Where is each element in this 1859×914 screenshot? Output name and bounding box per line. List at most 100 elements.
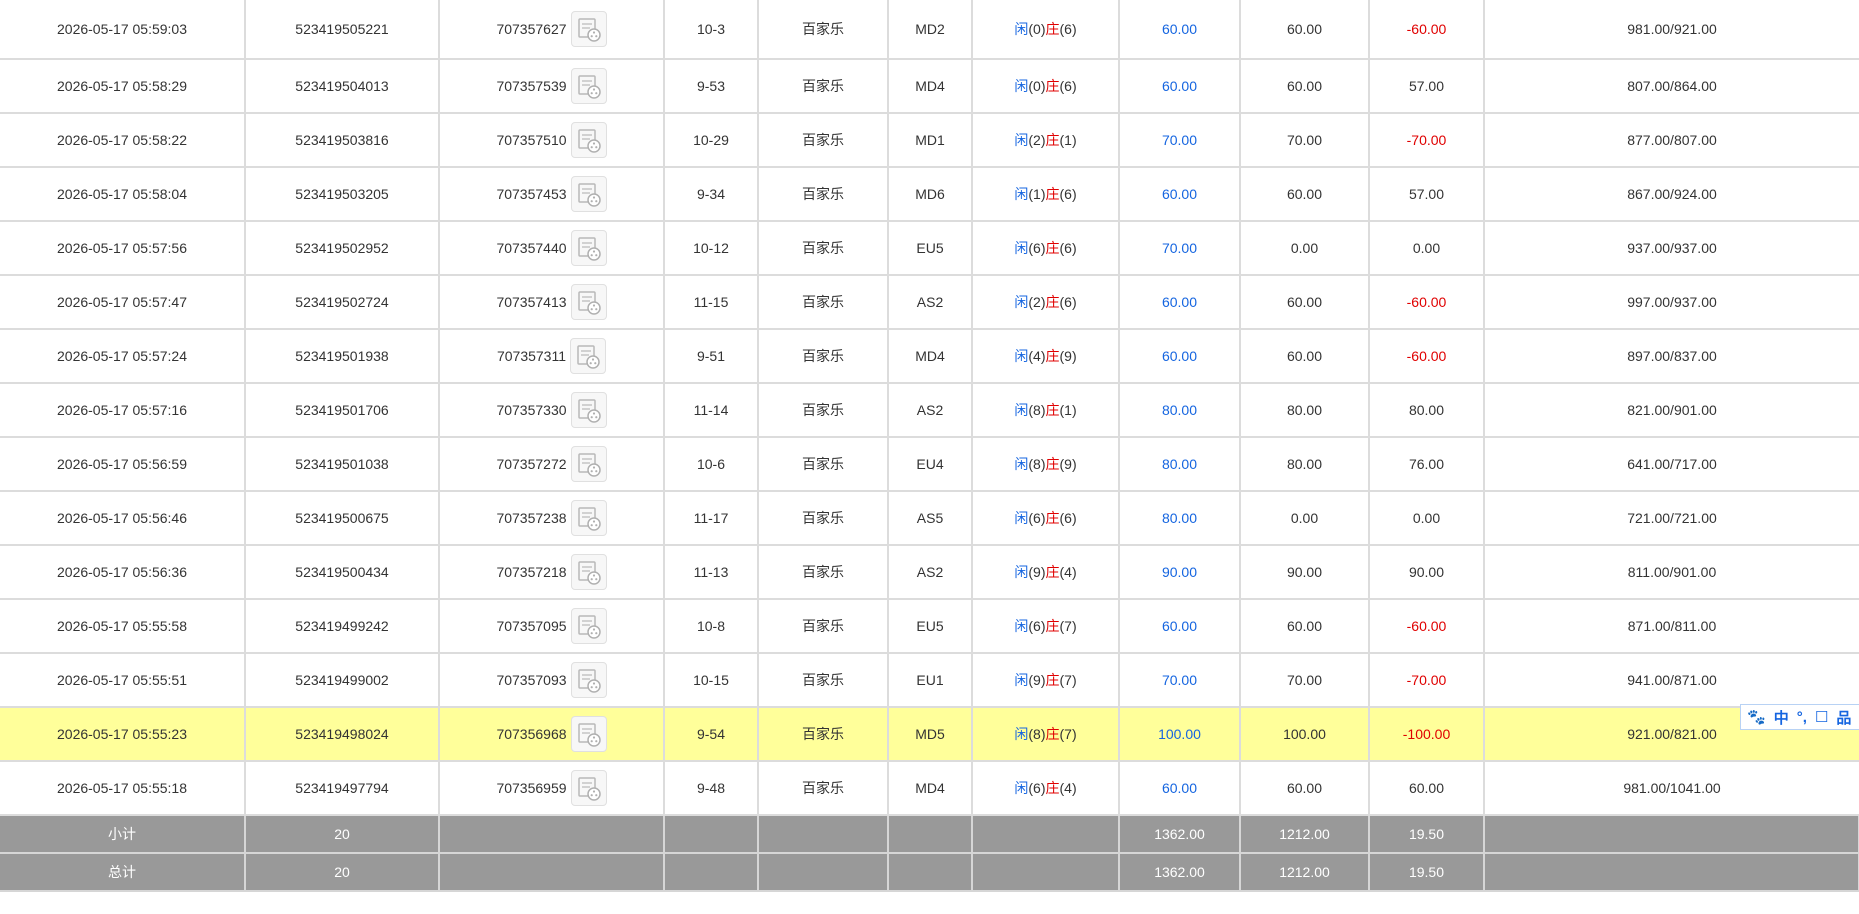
player-label: 闲 (1014, 564, 1029, 580)
round-id-text: 707356968 (496, 726, 567, 742)
player-label: 闲 (1014, 672, 1029, 688)
video-replay-icon[interactable] (570, 176, 607, 212)
player-points: (0) (1028, 78, 1046, 94)
bet-id-cell: 523419499002 (245, 653, 440, 708)
banker-points: (6) (1059, 294, 1077, 310)
shoe-round-cell: 10-6 (664, 437, 759, 492)
win-loss-cell: -60.00 (1369, 0, 1485, 60)
bet-id-cell: 523419503205 (245, 167, 440, 222)
banker-points: (7) (1059, 618, 1077, 634)
ime-keyboard-icon[interactable]: ☐ (1815, 708, 1828, 726)
video-replay-icon[interactable] (570, 230, 607, 266)
bet-id-cell: 523419501938 (245, 329, 440, 384)
banker-points: (9) (1059, 456, 1077, 472)
player-points: (2) (1028, 294, 1046, 310)
table-row[interactable]: 2026-05-17 05:58:04 523419503205 707357453… (0, 167, 1859, 222)
shoe-round-cell: 10-12 (664, 221, 759, 276)
video-replay-icon[interactable] (570, 392, 607, 428)
table-row[interactable]: 2026-05-17 05:57:56 523419502952 707357440… (0, 221, 1859, 276)
bet-id-cell: 523419504013 (245, 59, 440, 114)
bet-amount-cell: 100.00 (1119, 707, 1241, 762)
player-label: 闲 (1014, 294, 1029, 310)
summary-empty-cell (439, 853, 665, 892)
player-points: (8) (1028, 726, 1046, 742)
result-cell: 闲(0)庄(6) (972, 0, 1120, 60)
table-row[interactable]: 2026-05-17 05:55:58 523419499242 707357095… (0, 599, 1859, 654)
player-points: (6) (1028, 780, 1046, 796)
bet-amount-cell: 90.00 (1119, 545, 1241, 600)
video-replay-icon[interactable] (570, 68, 607, 104)
result-cell: 闲(8)庄(1) (972, 383, 1120, 438)
paw-icon[interactable]: 🐾 (1747, 708, 1766, 726)
summary-bet-total: 1362.00 (1119, 815, 1241, 854)
table-row[interactable]: 2026-05-17 05:56:36 523419500434 707357218… (0, 545, 1859, 600)
table-row[interactable]: 2026-05-17 05:58:29 523419504013 707357539… (0, 59, 1859, 114)
table-row[interactable]: 2026-05-17 05:58:22 523419503816 707357510… (0, 113, 1859, 168)
round-id-wrap: 707357413 (496, 284, 607, 320)
table-row[interactable]: 2026-05-17 05:57:47 523419502724 707357413… (0, 275, 1859, 330)
banker-points: (6) (1059, 21, 1077, 37)
round-id-text: 707357539 (496, 78, 567, 94)
video-replay-icon[interactable] (570, 716, 607, 752)
ime-punctuation-toggle[interactable]: °, (1797, 709, 1807, 726)
round-id-cell: 707356959 (439, 761, 665, 816)
round-id-text: 707357330 (496, 402, 567, 418)
table-code-cell: EU5 (888, 599, 973, 654)
player-label: 闲 (1014, 78, 1029, 94)
video-replay-icon[interactable] (570, 500, 607, 536)
bet-amount-cell: 70.00 (1119, 113, 1241, 168)
table-row[interactable]: 2026-05-17 05:56:59 523419501038 707357272… (0, 437, 1859, 492)
result-cell: 闲(2)庄(1) (972, 113, 1120, 168)
banker-label: 庄 (1045, 294, 1060, 310)
ime-toolbox-icon[interactable]: 品 (1836, 707, 1851, 728)
table-row[interactable]: 2026-05-17 05:57:24 523419501938 707357311… (0, 329, 1859, 384)
banker-label: 庄 (1045, 78, 1060, 94)
banker-label: 庄 (1045, 21, 1060, 37)
table-row[interactable]: 2026-05-17 05:55:23 523419498024 707356968… (0, 707, 1859, 762)
table-row[interactable]: 2026-05-17 05:56:46 523419500675 707357238… (0, 491, 1859, 546)
video-replay-icon[interactable] (570, 662, 607, 698)
video-replay-icon[interactable] (570, 608, 607, 644)
summary-empty-cell (758, 815, 889, 854)
video-replay-icon[interactable] (570, 122, 607, 158)
win-loss-cell: -100.00 (1369, 707, 1485, 762)
ime-language-toggle[interactable]: 中 (1774, 707, 1789, 728)
ime-toolbar[interactable]: 🐾 中 °, ☐ 品 (1740, 704, 1859, 730)
win-loss-cell: -60.00 (1369, 329, 1485, 384)
table-row[interactable]: 2026-05-17 05:57:16 523419501706 707357330… (0, 383, 1859, 438)
game-type-cell: 百家乐 (758, 707, 889, 762)
video-replay-icon[interactable] (570, 446, 607, 482)
player-points: (4) (1028, 348, 1046, 364)
table-code-cell: EU4 (888, 437, 973, 492)
player-points: (6) (1028, 618, 1046, 634)
video-replay-icon[interactable] (570, 284, 607, 320)
valid-bet-cell: 60.00 (1240, 167, 1370, 222)
video-replay-icon[interactable] (570, 554, 607, 590)
round-id-text: 707357218 (496, 564, 567, 580)
round-id-text: 707357238 (496, 510, 567, 526)
player-label: 闲 (1014, 186, 1029, 202)
round-id-wrap: 707357440 (496, 230, 607, 266)
table-row[interactable]: 2026-05-17 05:55:18 523419497794 707356959… (0, 761, 1859, 816)
video-replay-icon[interactable] (570, 11, 607, 47)
banker-label: 庄 (1045, 564, 1060, 580)
banker-points: (6) (1059, 186, 1077, 202)
bet-id-cell: 523419503816 (245, 113, 440, 168)
game-type-cell: 百家乐 (758, 545, 889, 600)
summary-empty-cell (972, 853, 1120, 892)
video-replay-icon[interactable] (570, 770, 607, 806)
round-id-cell: 707357413 (439, 275, 665, 330)
player-label: 闲 (1014, 348, 1029, 364)
bet-time-cell: 2026-05-17 05:56:46 (0, 491, 246, 546)
shoe-round-cell: 9-48 (664, 761, 759, 816)
table-row[interactable]: 2026-05-17 05:59:03 523419505221 707357627… (0, 0, 1859, 60)
banker-label: 庄 (1045, 510, 1060, 526)
video-replay-icon[interactable] (570, 338, 607, 374)
win-loss-cell: 90.00 (1369, 545, 1485, 600)
valid-bet-cell: 60.00 (1240, 761, 1370, 816)
table-code-cell: AS2 (888, 383, 973, 438)
bet-amount-cell: 70.00 (1119, 653, 1241, 708)
round-id-cell: 707357539 (439, 59, 665, 114)
table-row[interactable]: 2026-05-17 05:55:51 523419499002 707357093… (0, 653, 1859, 708)
round-id-wrap: 707356968 (496, 716, 607, 752)
